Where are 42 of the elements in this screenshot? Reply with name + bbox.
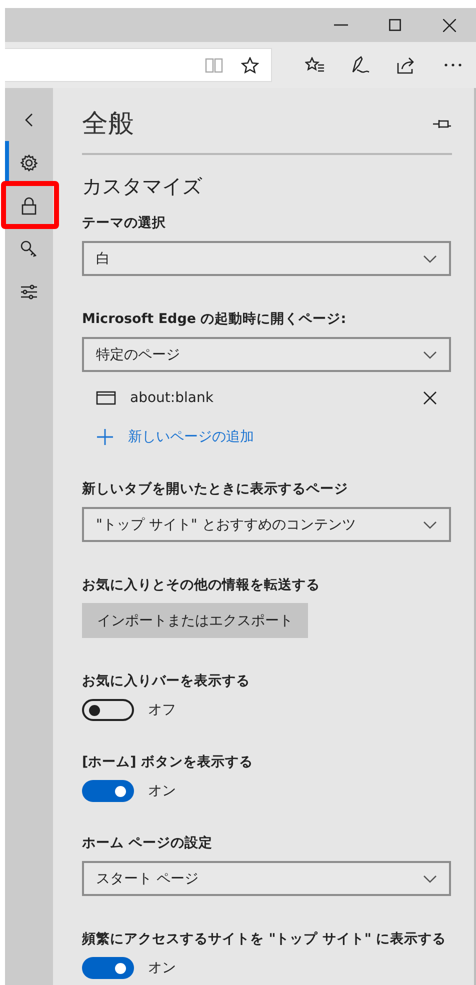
import-export-button[interactable]: インポートまたはエクスポート <box>82 603 308 638</box>
chevron-icon <box>423 874 437 882</box>
pin-icon[interactable] <box>432 118 452 130</box>
setting-label: テーマの選択 <box>82 214 167 232</box>
settings-icon <box>20 154 38 172</box>
minimize-icon <box>334 24 348 26</box>
lock-icon <box>21 196 37 214</box>
setting-label: お気に入りバーを表示する <box>82 672 251 690</box>
toggle-switch[interactable] <box>82 699 134 721</box>
close-icon <box>423 391 437 405</box>
section-heading: カスタマイズ <box>82 173 204 200</box>
dropdown[interactable]: スタート ページ <box>82 861 451 896</box>
chevron-icon <box>423 350 437 358</box>
sliders-icon <box>20 284 38 300</box>
dropdown[interactable]: 白 <box>82 241 451 276</box>
star-icon <box>241 56 259 74</box>
setting-label: 新しいタブを開いたときに表示するページ <box>82 480 349 498</box>
close-icon <box>442 18 456 32</box>
key-icon <box>20 240 38 258</box>
book-icon <box>205 58 223 72</box>
back-icon <box>25 112 33 126</box>
toggle-state: オン <box>148 959 176 977</box>
dropdown[interactable]: 特定のページ <box>82 337 451 372</box>
add-page-link[interactable]: 新しいページの追加 <box>96 428 254 446</box>
setting-label: ホーム ページの設定 <box>82 834 214 852</box>
toggle-switch[interactable] <box>82 780 134 802</box>
toggle-state: オフ <box>148 701 176 719</box>
remove-button[interactable] <box>423 391 437 405</box>
setting-label: Microsoft Edge の起動時に開くページ: <box>82 310 348 328</box>
maximize-icon <box>389 19 401 31</box>
toggle-switch[interactable] <box>82 957 134 979</box>
setting-label: 頻繁にアクセスするサイトを "トップ サイト" に表示する <box>82 930 448 948</box>
setting-label: [ホーム] ボタンを表示する <box>82 753 254 771</box>
toggle-state: オン <box>148 782 176 800</box>
dropdown[interactable]: "トップ サイト" とおすすめのコンテンツ <box>82 507 451 542</box>
chevron-icon <box>423 254 437 262</box>
chevron-icon <box>423 520 437 528</box>
panel-title: 全般 <box>82 108 134 141</box>
setting-label: お気に入りとその他の情報を転送する <box>82 576 321 594</box>
page-icon <box>96 391 116 405</box>
page-url: about:blank <box>130 390 214 406</box>
plus-icon <box>96 428 114 446</box>
